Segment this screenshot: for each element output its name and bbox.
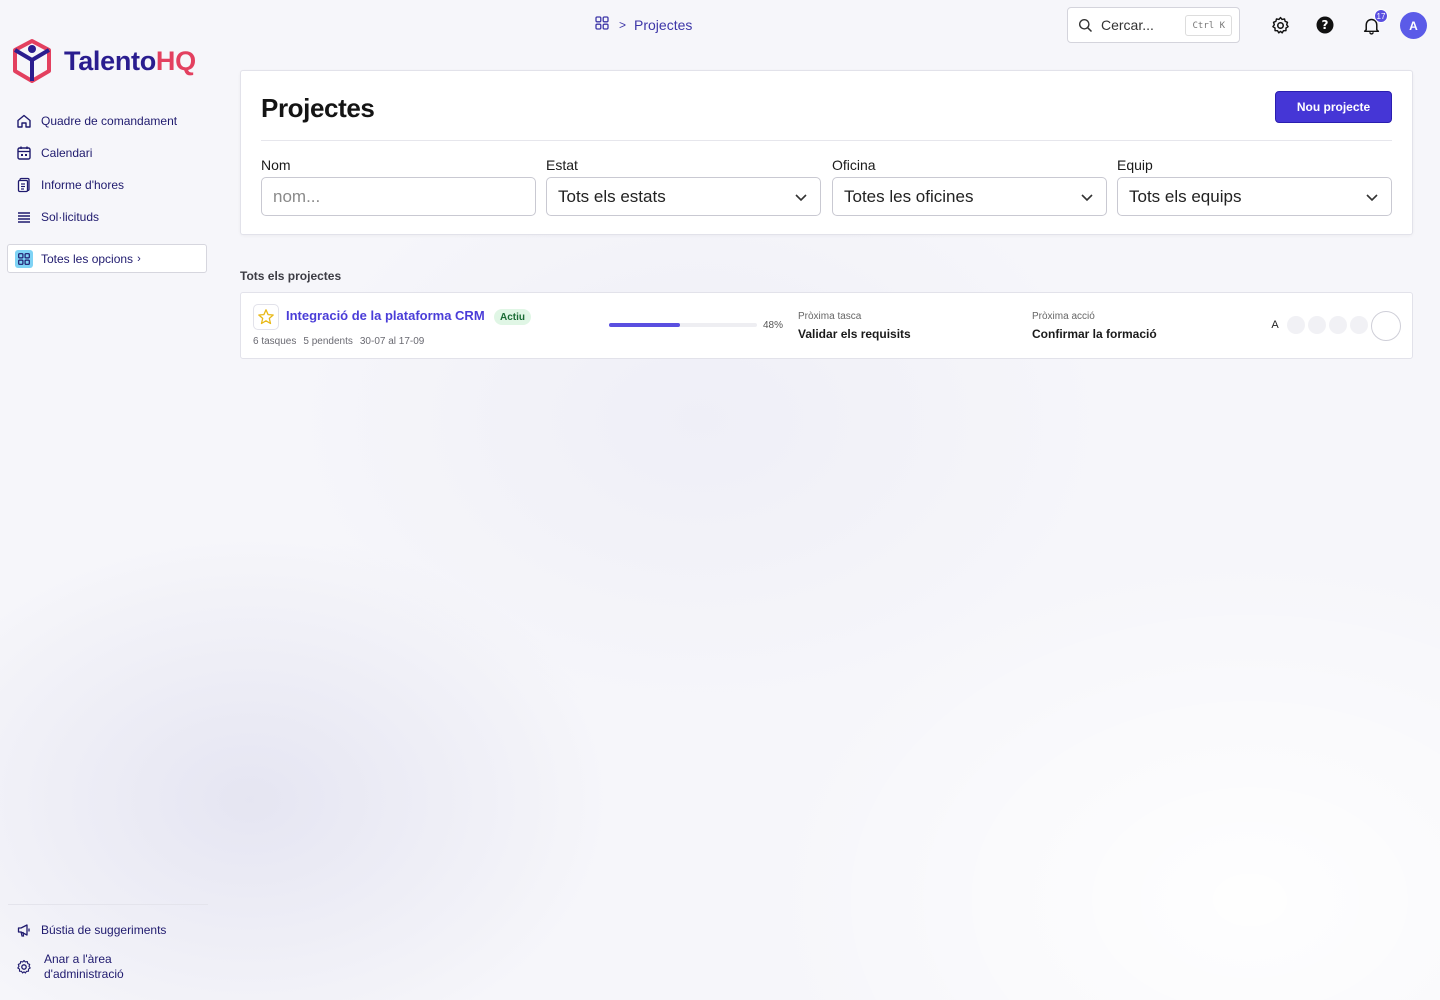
progress-bar — [609, 323, 757, 327]
date-range: 30-07 al 17-09 — [359, 336, 425, 347]
brand-name: TalentoHQ — [64, 45, 196, 76]
calendar-icon — [16, 145, 32, 161]
office-select-value: Totes les oficines — [844, 186, 974, 206]
name-filter-placeholder: nom... — [273, 186, 321, 206]
sidebar-item-dashboard[interactable]: Quadre de comandament — [8, 105, 208, 137]
status-select[interactable]: Tots els estats — [546, 177, 821, 216]
help-icon[interactable]: ? — [1315, 15, 1335, 35]
search-input[interactable]: Cercar... Ctrl K — [1067, 7, 1240, 43]
sidebar-item-label: Informe d'hores — [41, 178, 124, 192]
filter-label: Nom — [261, 157, 291, 173]
list-icon — [16, 209, 32, 225]
sidebar: TalentoHQ Quadre de comandament Calendar… — [0, 0, 215, 1000]
user-avatar[interactable]: A — [1400, 12, 1427, 39]
sidebar-item-hours-report[interactable]: Informe d'hores — [8, 169, 208, 201]
progress-bar-fill — [609, 323, 681, 327]
apps-grid-icon[interactable] — [595, 16, 609, 33]
search-shortcut-hint: Ctrl K — [1185, 15, 1232, 36]
home-icon — [16, 113, 32, 129]
complete-toggle[interactable] — [1371, 311, 1401, 341]
brand-logo[interactable]: TalentoHQ — [12, 38, 196, 84]
status-select-value: Tots els estats — [558, 186, 666, 206]
office-select[interactable]: Totes les oficines — [832, 177, 1107, 216]
filter-label: Estat — [546, 157, 578, 173]
page-title: Projectes — [261, 93, 375, 123]
breadcrumb: > Projectes — [595, 16, 692, 33]
settings-icon[interactable] — [1270, 15, 1290, 35]
section-title: Tots els projectes — [240, 269, 342, 283]
next-task-label: Pròxima tasca — [798, 311, 862, 322]
new-project-button[interactable]: Nou projecte — [1275, 91, 1392, 123]
sidebar-item-label: Calendari — [41, 146, 93, 160]
chevron-down-icon — [1081, 194, 1093, 202]
all-options-label: Totes les opcions — [41, 251, 134, 266]
project-name-link[interactable]: Integració de la plataforma CRM — [286, 308, 485, 323]
chevron-right-icon: › — [137, 252, 141, 265]
report-icon — [16, 177, 32, 193]
member-avatar[interactable]: A — [1266, 316, 1284, 334]
breadcrumb-current[interactable]: Projectes — [634, 17, 692, 33]
sidebar-item-calendar[interactable]: Calendari — [8, 137, 208, 169]
gear-icon — [16, 959, 32, 975]
member-avatar-placeholder — [1350, 316, 1368, 334]
chevron-down-icon — [1366, 194, 1378, 202]
all-options-button[interactable]: Totes les opcions › — [7, 244, 207, 273]
star-icon — [258, 309, 274, 325]
grid-icon — [15, 249, 33, 268]
sidebar-item-label: Quadre de comandament — [41, 114, 178, 128]
team-select-value: Tots els equips — [1129, 186, 1242, 206]
svg-text:?: ? — [1322, 18, 1329, 32]
suggestions-label: Bústia de suggeriments — [41, 923, 167, 937]
next-task-value: Validar els requisits — [798, 327, 911, 341]
filter-status: Estat Tots els estats — [546, 157, 821, 216]
projects-header-card: Projectes Nou projecte Nom nom... Estat … — [240, 70, 1413, 235]
next-action-value: Confirmar la formació — [1032, 327, 1157, 341]
team-select[interactable]: Tots els equips — [1117, 177, 1392, 216]
admin-area-label: Anar a l'àrea d'administració — [44, 952, 124, 981]
sidebar-divider — [8, 904, 208, 905]
megaphone-icon — [16, 922, 32, 938]
sidebar-nav: Quadre de comandament Calendari Informe … — [8, 105, 208, 233]
project-meta: 6 tasques 5 pendents 30-07 al 17-09 — [253, 336, 424, 347]
status-badge: Actiu — [494, 309, 531, 325]
favorite-star-button[interactable] — [253, 304, 279, 330]
member-avatar-placeholder — [1287, 316, 1305, 334]
filter-label: Equip — [1117, 157, 1153, 173]
chevron-right-icon: > — [619, 17, 627, 32]
filter-office: Oficina Totes les oficines — [832, 157, 1107, 216]
sidebar-item-label: Sol·licituds — [41, 210, 100, 224]
chevron-down-icon — [795, 194, 807, 202]
next-action-label: Pròxima acció — [1032, 311, 1095, 322]
task-count: 6 tasques — [253, 336, 297, 347]
sidebar-item-requests[interactable]: Sol·licituds — [8, 201, 208, 233]
project-row[interactable]: Integració de la plataforma CRM Actiu 6 … — [240, 292, 1413, 359]
notification-count-badge: 17 — [1374, 9, 1388, 23]
filter-team: Equip Tots els equips — [1117, 157, 1392, 216]
suggestions-box-link[interactable]: Bústia de suggeriments — [16, 922, 166, 938]
admin-area-link[interactable]: Anar a l'àrea d'administració — [16, 952, 124, 982]
progress-percent: 48% — [763, 320, 784, 331]
filter-name: Nom nom... — [261, 157, 536, 216]
header-divider — [261, 140, 1392, 141]
member-avatar-placeholder — [1308, 316, 1326, 334]
pending-count: 5 pendents — [303, 336, 353, 347]
search-placeholder: Cercar... — [1101, 17, 1154, 33]
search-icon — [1078, 18, 1093, 33]
cube-logo-icon — [13, 39, 51, 83]
name-filter-input[interactable]: nom... — [261, 177, 536, 216]
filter-label: Oficina — [832, 157, 876, 173]
member-avatar-placeholder — [1329, 316, 1347, 334]
